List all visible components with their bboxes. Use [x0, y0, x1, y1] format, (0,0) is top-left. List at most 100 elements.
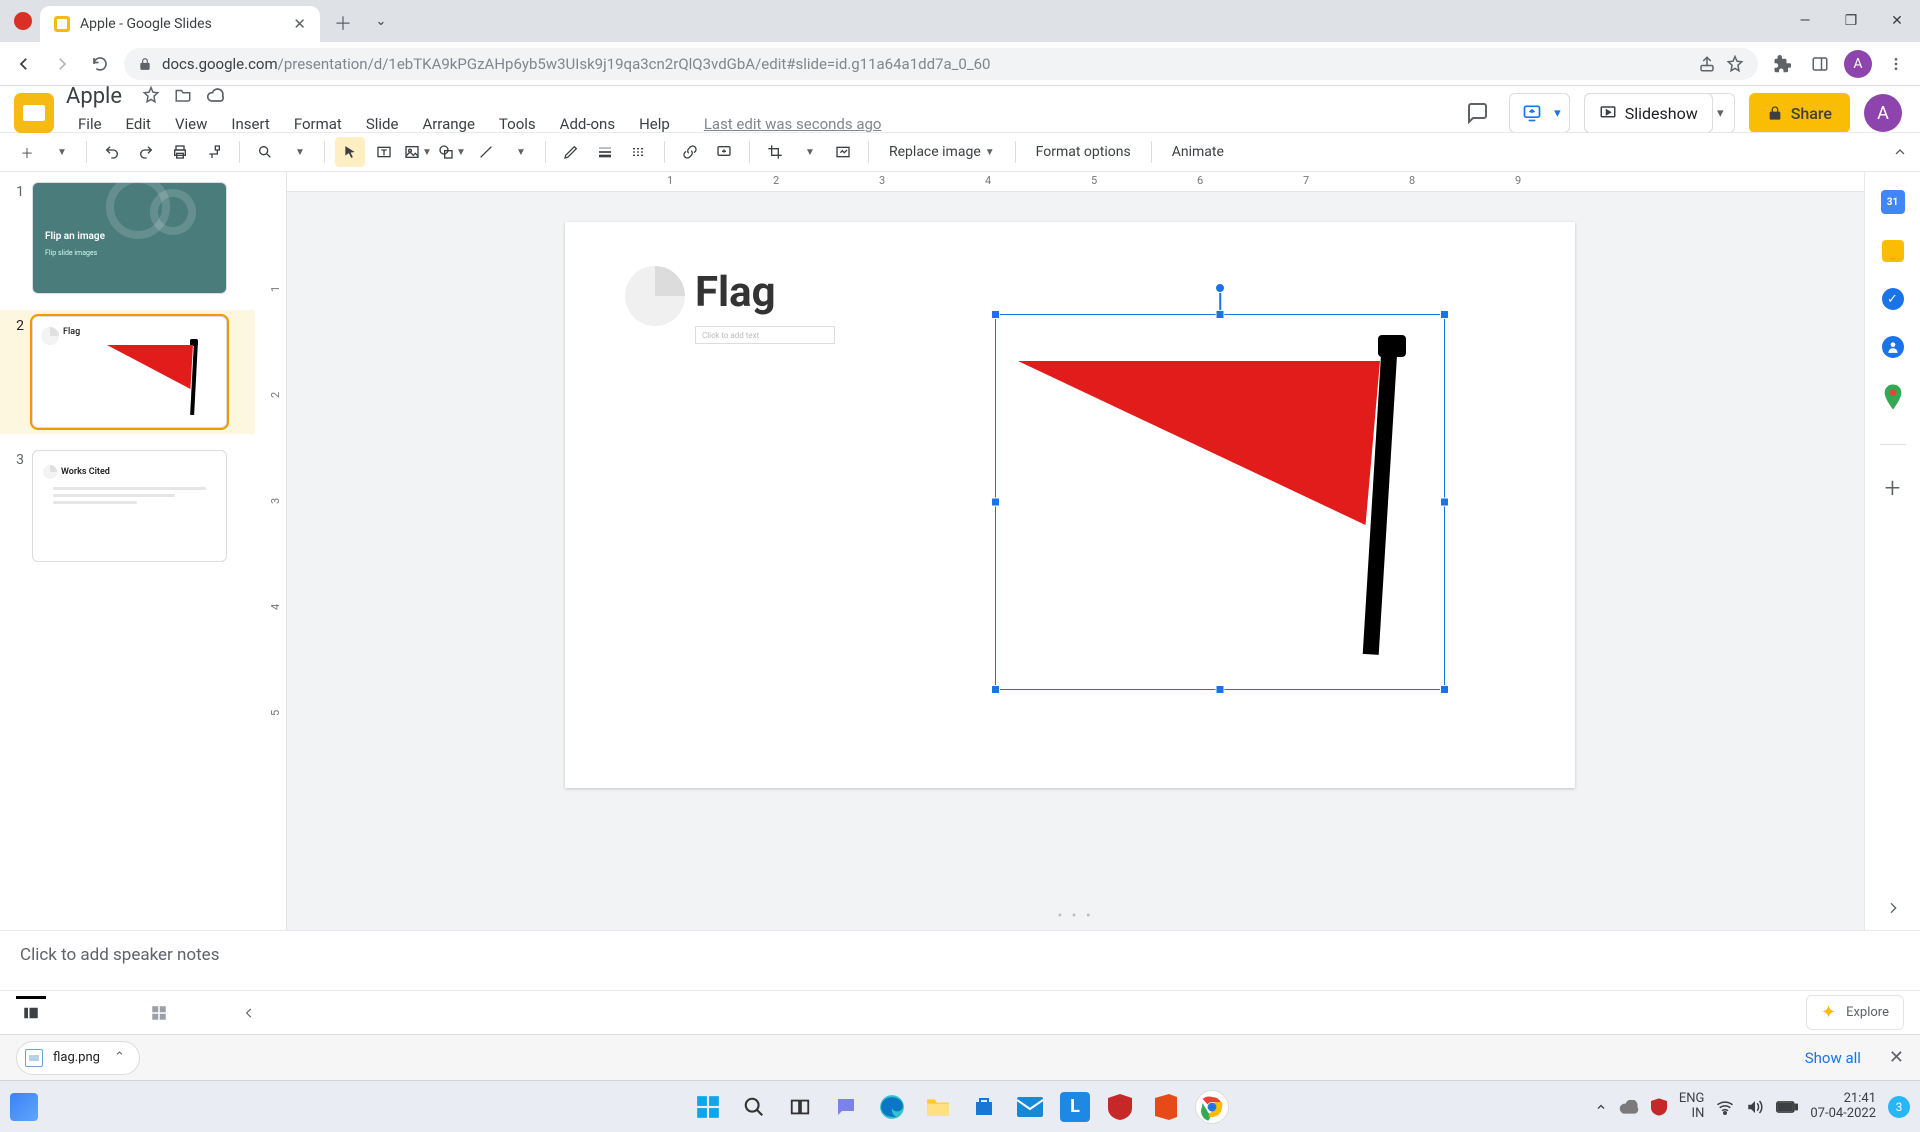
clock-tray[interactable]: 21:41 07-04-2022: [1810, 1092, 1876, 1122]
subtitle-placeholder[interactable]: Click to add text: [695, 326, 835, 344]
share-button[interactable]: Share: [1749, 93, 1850, 133]
downloads-show-all-link[interactable]: Show all: [1805, 1049, 1861, 1067]
slide-scroll-area[interactable]: Flag Click to add text: [287, 192, 1864, 930]
thumb-row-1[interactable]: 1 Flip an image Flip slide images: [0, 182, 255, 294]
slide-thumbnail-panel[interactable]: 1 Flip an image Flip slide images 2 Flag: [0, 172, 265, 930]
select-tool-button[interactable]: [335, 137, 365, 167]
share-page-icon[interactable]: [1698, 55, 1716, 73]
border-weight-button[interactable]: [590, 137, 620, 167]
line-dropdown-icon[interactable]: ▼: [505, 137, 535, 167]
window-close-button[interactable]: ✕: [1874, 0, 1920, 42]
store-app-icon[interactable]: [968, 1091, 1000, 1123]
explorer-app-icon[interactable]: [922, 1091, 954, 1123]
notes-splitter-icon[interactable]: • • •: [1057, 908, 1093, 924]
new-slide-button[interactable]: ＋: [12, 137, 42, 167]
collapse-filmstrip-icon[interactable]: [242, 1006, 256, 1020]
comment-button[interactable]: [709, 137, 739, 167]
nav-back-button[interactable]: [10, 50, 38, 78]
get-addons-button[interactable]: +: [1885, 471, 1901, 504]
toolbar-collapse-icon[interactable]: [1892, 144, 1908, 160]
zoom-button[interactable]: [250, 137, 280, 167]
crop-dropdown-icon[interactable]: ▼: [794, 137, 824, 167]
thumb-row-3[interactable]: 3 Works Cited: [0, 450, 255, 562]
task-view-button[interactable]: [784, 1091, 816, 1123]
document-title[interactable]: Apple: [66, 84, 122, 109]
side-panel-icon[interactable]: [1806, 50, 1834, 78]
mcafee-app-icon[interactable]: [1104, 1091, 1136, 1123]
generic-app-l-icon[interactable]: L: [1060, 1092, 1090, 1122]
border-color-button[interactable]: [556, 137, 586, 167]
filmstrip-view-button[interactable]: [16, 996, 46, 1026]
link-button[interactable]: [675, 137, 705, 167]
present-dropdown-icon[interactable]: ▾: [1554, 106, 1565, 121]
address-bar[interactable]: docs.google.com/presentation/d/1ebTKA9kP…: [124, 48, 1758, 80]
slides-logo-icon[interactable]: [14, 93, 54, 133]
extensions-icon[interactable]: [1768, 50, 1796, 78]
format-options-button[interactable]: Format options: [1026, 137, 1141, 167]
cloud-status-icon[interactable]: [206, 86, 226, 106]
search-button[interactable]: [738, 1091, 770, 1123]
zoom-dropdown-icon[interactable]: ▼: [284, 137, 314, 167]
browser-tab-active[interactable]: Apple - Google Slides ✕: [40, 6, 320, 42]
tasks-addon-icon[interactable]: [1882, 288, 1904, 310]
slide-canvas-area[interactable]: 1 2 3 4 5 1 2 3 4 5 6 7 8 9 Flag: [265, 172, 1864, 930]
side-panel-expand-icon[interactable]: [1885, 900, 1901, 916]
chat-app-icon[interactable]: [830, 1091, 862, 1123]
speaker-notes-area[interactable]: Click to add speaker notes: [0, 930, 1920, 990]
widgets-button[interactable]: [10, 1093, 38, 1121]
tray-overflow-icon[interactable]: [1595, 1101, 1607, 1113]
chrome-app-icon[interactable]: [1196, 1091, 1228, 1123]
windows-taskbar[interactable]: L ENG IN 21:41 07-04-2022 3: [0, 1080, 1920, 1132]
battery-tray-icon[interactable]: [1776, 1101, 1798, 1113]
star-document-icon[interactable]: [142, 86, 160, 106]
slide-thumbnail-3[interactable]: Works Cited: [32, 450, 227, 562]
chrome-menu-icon[interactable]: [1882, 50, 1910, 78]
grid-view-button[interactable]: [144, 998, 174, 1028]
slide-thumbnail-1[interactable]: Flip an image Flip slide images: [32, 182, 227, 294]
nav-forward-button[interactable]: [48, 50, 76, 78]
line-tool-button[interactable]: [471, 137, 501, 167]
calendar-addon-icon[interactable]: [1881, 190, 1905, 214]
window-maximize-button[interactable]: ❐: [1828, 0, 1874, 42]
onedrive-tray-icon[interactable]: [1619, 1100, 1639, 1114]
flag-image[interactable]: [996, 315, 1444, 689]
downloads-close-button[interactable]: ✕: [1889, 1047, 1904, 1068]
thumb-row-2[interactable]: 2 Flag: [0, 310, 255, 434]
undo-button[interactable]: [97, 137, 127, 167]
keep-addon-icon[interactable]: [1882, 240, 1904, 262]
move-document-icon[interactable]: [174, 86, 192, 106]
maps-addon-icon[interactable]: [1883, 384, 1903, 410]
slide-title[interactable]: Flag: [695, 268, 776, 317]
edge-app-icon[interactable]: [876, 1091, 908, 1123]
explore-button[interactable]: ✦ Explore: [1806, 995, 1904, 1030]
account-avatar[interactable]: A: [1864, 94, 1902, 132]
reset-image-button[interactable]: [828, 137, 858, 167]
tab-close-icon[interactable]: ✕: [293, 15, 306, 33]
start-button[interactable]: [692, 1091, 724, 1123]
window-minimize-button[interactable]: —: [1782, 0, 1828, 42]
redo-button[interactable]: [131, 137, 161, 167]
textbox-tool-button[interactable]: [369, 137, 399, 167]
bookmark-star-icon[interactable]: [1726, 55, 1744, 73]
paint-format-button[interactable]: [199, 137, 229, 167]
rotate-handle[interactable]: [1215, 283, 1225, 293]
download-chip-menu-icon[interactable]: ⌃: [114, 1050, 125, 1065]
present-icon-button[interactable]: [1514, 103, 1550, 123]
animate-button[interactable]: Animate: [1162, 137, 1234, 167]
current-slide[interactable]: Flag Click to add text: [565, 222, 1575, 788]
download-chip-flagpng[interactable]: flag.png ⌃: [16, 1041, 140, 1075]
crop-button[interactable]: [760, 137, 790, 167]
slideshow-button[interactable]: Slideshow: [1584, 93, 1713, 133]
language-indicator[interactable]: ENG IN: [1679, 1092, 1705, 1122]
mail-app-icon[interactable]: [1014, 1091, 1046, 1123]
new-tab-button[interactable]: ＋: [328, 8, 358, 38]
image-tool-button[interactable]: ▼: [403, 137, 433, 167]
shape-tool-button[interactable]: ▼: [437, 137, 467, 167]
image-selection-box[interactable]: [995, 314, 1445, 690]
wifi-tray-icon[interactable]: [1716, 1099, 1734, 1115]
slide-thumbnail-2[interactable]: Flag: [32, 316, 227, 428]
mcafee-tray-icon[interactable]: [1651, 1098, 1667, 1116]
profile-avatar-button[interactable]: A: [1844, 50, 1872, 78]
border-dash-button[interactable]: [624, 137, 654, 167]
replace-image-button[interactable]: Replace image▼: [879, 137, 1005, 167]
